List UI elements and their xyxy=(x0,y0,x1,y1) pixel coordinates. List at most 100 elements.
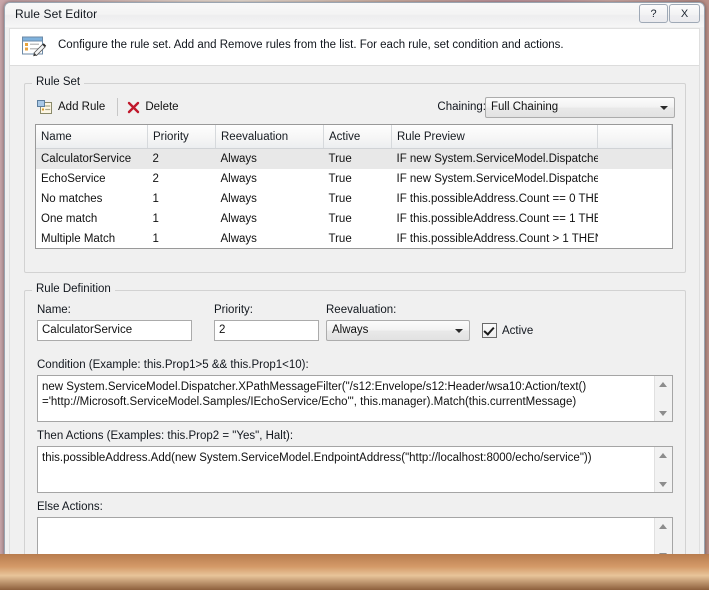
cell-preview: IF new System.ServiceModel.Dispatche... xyxy=(396,173,598,185)
rule-definition-group-label: Rule Definition xyxy=(32,283,115,295)
close-button[interactable]: X xyxy=(669,4,700,23)
then-actions-label: Then Actions (Examples: this.Prop2 = "Ye… xyxy=(37,430,294,442)
cell-active: True xyxy=(328,173,352,185)
scroll-down-icon[interactable] xyxy=(655,476,671,492)
column-header-rule-preview[interactable]: Rule Preview xyxy=(391,125,598,149)
cancel-button[interactable]: Cancel xyxy=(612,574,687,579)
delete-label: Delete xyxy=(145,101,179,113)
window-titlebar[interactable]: Rule Set Editor ? X xyxy=(5,3,704,27)
column-header-active[interactable]: Active xyxy=(323,125,392,149)
chaining-label: Chaining: xyxy=(437,101,486,113)
cell-preview: IF new System.ServiceModel.Dispatche... xyxy=(391,148,598,169)
cell-priority: 2 xyxy=(152,173,159,185)
add-rule-icon xyxy=(37,99,52,114)
cell-preview: IF this.possibleAddress.Count == 1 THE..… xyxy=(396,213,598,225)
condition-input[interactable]: new System.ServiceModel.Dispatcher.XPath… xyxy=(38,376,655,421)
priority-label: Priority: xyxy=(214,304,253,316)
active-label: Active xyxy=(502,324,534,337)
reevaluation-label: Reevaluation: xyxy=(326,304,397,316)
chaining-value: Full Chaining xyxy=(491,101,559,113)
rule-definition-group: Rule Definition Name: CalculatorService … xyxy=(24,283,686,567)
rule-set-toolbar: Add Rule Delete xyxy=(34,96,185,118)
chaining-combobox[interactable]: Full Chaining xyxy=(485,97,675,118)
column-header-reevaluation[interactable]: Reevaluation xyxy=(215,125,324,149)
else-actions-label: Else Actions: xyxy=(37,501,103,513)
else-actions-area[interactable] xyxy=(37,517,673,564)
reevaluation-value: Always xyxy=(332,324,369,336)
then-actions-scrollbar[interactable] xyxy=(654,447,672,492)
cell-reevaluation: Always xyxy=(215,148,324,169)
cell-priority: 1 xyxy=(152,193,159,205)
table-row[interactable]: EchoService 2 Always True IF new System.… xyxy=(36,169,672,189)
rule-set-group: Rule Set Add Rule Delete Chaining: Full … xyxy=(24,76,686,273)
scroll-down-icon[interactable] xyxy=(655,405,671,421)
condition-area[interactable]: new System.ServiceModel.Dispatcher.XPath… xyxy=(37,375,673,422)
toolbar-separator xyxy=(117,98,119,116)
rule-set-icon xyxy=(22,36,47,57)
delete-button[interactable]: Delete xyxy=(124,99,184,116)
rules-table-body: CalculatorService 2 Always True IF new S… xyxy=(36,148,672,249)
cell-name: No matches xyxy=(41,193,103,205)
desktop-screen: Rule Set Editor ? X Configure the rule s… xyxy=(0,0,709,590)
cell-name: One match xyxy=(41,213,98,225)
banner: Configure the rule set. Add and Remove r… xyxy=(10,29,699,66)
cell-reevaluation: Always xyxy=(220,173,257,185)
then-actions-input[interactable]: this.possibleAddress.Add(new System.Serv… xyxy=(38,447,655,492)
rules-table: Name Priority Reevaluation Active Rule P… xyxy=(36,125,672,249)
chevron-down-icon xyxy=(455,329,463,333)
scroll-up-icon[interactable] xyxy=(655,518,671,534)
column-header-filler[interactable] xyxy=(597,125,672,149)
table-row[interactable]: No matches 1 Always True IF this.possibl… xyxy=(36,189,672,209)
banner-text: Configure the rule set. Add and Remove r… xyxy=(58,39,564,51)
table-row[interactable]: Multiple Match 1 Always True IF this.pos… xyxy=(36,229,672,248)
column-header-priority[interactable]: Priority xyxy=(147,125,216,149)
cell-name: CalculatorService xyxy=(36,148,148,169)
ok-button[interactable]: OK xyxy=(529,574,604,579)
cell-active: True xyxy=(323,148,392,169)
cell-reevaluation: Always xyxy=(220,213,257,225)
priority-input[interactable]: 2 xyxy=(214,320,319,341)
reevaluation-combobox[interactable]: Always xyxy=(326,320,470,341)
cell-filler xyxy=(598,229,672,248)
cell-filler xyxy=(598,189,672,209)
cell-filler xyxy=(598,209,672,229)
cell-filler xyxy=(597,148,672,169)
rules-grid[interactable]: Name Priority Reevaluation Active Rule P… xyxy=(35,124,673,249)
name-label: Name: xyxy=(37,304,71,316)
scroll-down-icon[interactable] xyxy=(655,547,671,563)
cell-reevaluation: Always xyxy=(220,233,257,245)
condition-label: Condition (Example: this.Prop1>5 && this… xyxy=(37,359,309,371)
cell-filler xyxy=(598,169,672,189)
checkbox-box xyxy=(482,323,497,338)
else-actions-input[interactable] xyxy=(38,518,655,563)
cell-name: Multiple Match xyxy=(41,233,116,245)
active-checkbox[interactable]: Active xyxy=(482,323,533,338)
scroll-up-icon[interactable] xyxy=(655,376,671,392)
add-rule-button[interactable]: Add Rule xyxy=(34,98,111,117)
cell-active: True xyxy=(328,233,352,245)
window-controls: ? X xyxy=(639,4,700,23)
rule-set-editor-window: Rule Set Editor ? X Configure the rule s… xyxy=(4,2,705,580)
delete-x-icon xyxy=(128,101,140,113)
name-input[interactable]: CalculatorService xyxy=(37,320,192,341)
cell-priority: 1 xyxy=(152,233,159,245)
cell-preview: IF this.possibleAddress.Count > 1 THEN..… xyxy=(396,233,598,245)
else-actions-scrollbar[interactable] xyxy=(654,518,672,563)
cell-preview: IF this.possibleAddress.Count == 0 THE..… xyxy=(396,193,598,205)
cell-name: EchoService xyxy=(41,173,106,185)
add-rule-label: Add Rule xyxy=(58,101,106,113)
cell-active: True xyxy=(328,213,352,225)
cell-priority: 1 xyxy=(152,213,159,225)
table-row[interactable]: CalculatorService 2 Always True IF new S… xyxy=(36,148,672,169)
column-header-name[interactable]: Name xyxy=(36,125,148,149)
window-title: Rule Set Editor xyxy=(15,7,98,21)
help-button[interactable]: ? xyxy=(639,4,668,23)
then-actions-area[interactable]: this.possibleAddress.Add(new System.Serv… xyxy=(37,446,673,493)
cell-reevaluation: Always xyxy=(220,193,257,205)
dialog-body: Configure the rule set. Add and Remove r… xyxy=(9,28,700,579)
table-row[interactable]: One match 1 Always True IF this.possible… xyxy=(36,209,672,229)
condition-scrollbar[interactable] xyxy=(654,376,672,421)
rules-table-header-row: Name Priority Reevaluation Active Rule P… xyxy=(36,125,672,149)
scroll-up-icon[interactable] xyxy=(655,447,671,463)
cell-priority: 2 xyxy=(147,148,216,169)
